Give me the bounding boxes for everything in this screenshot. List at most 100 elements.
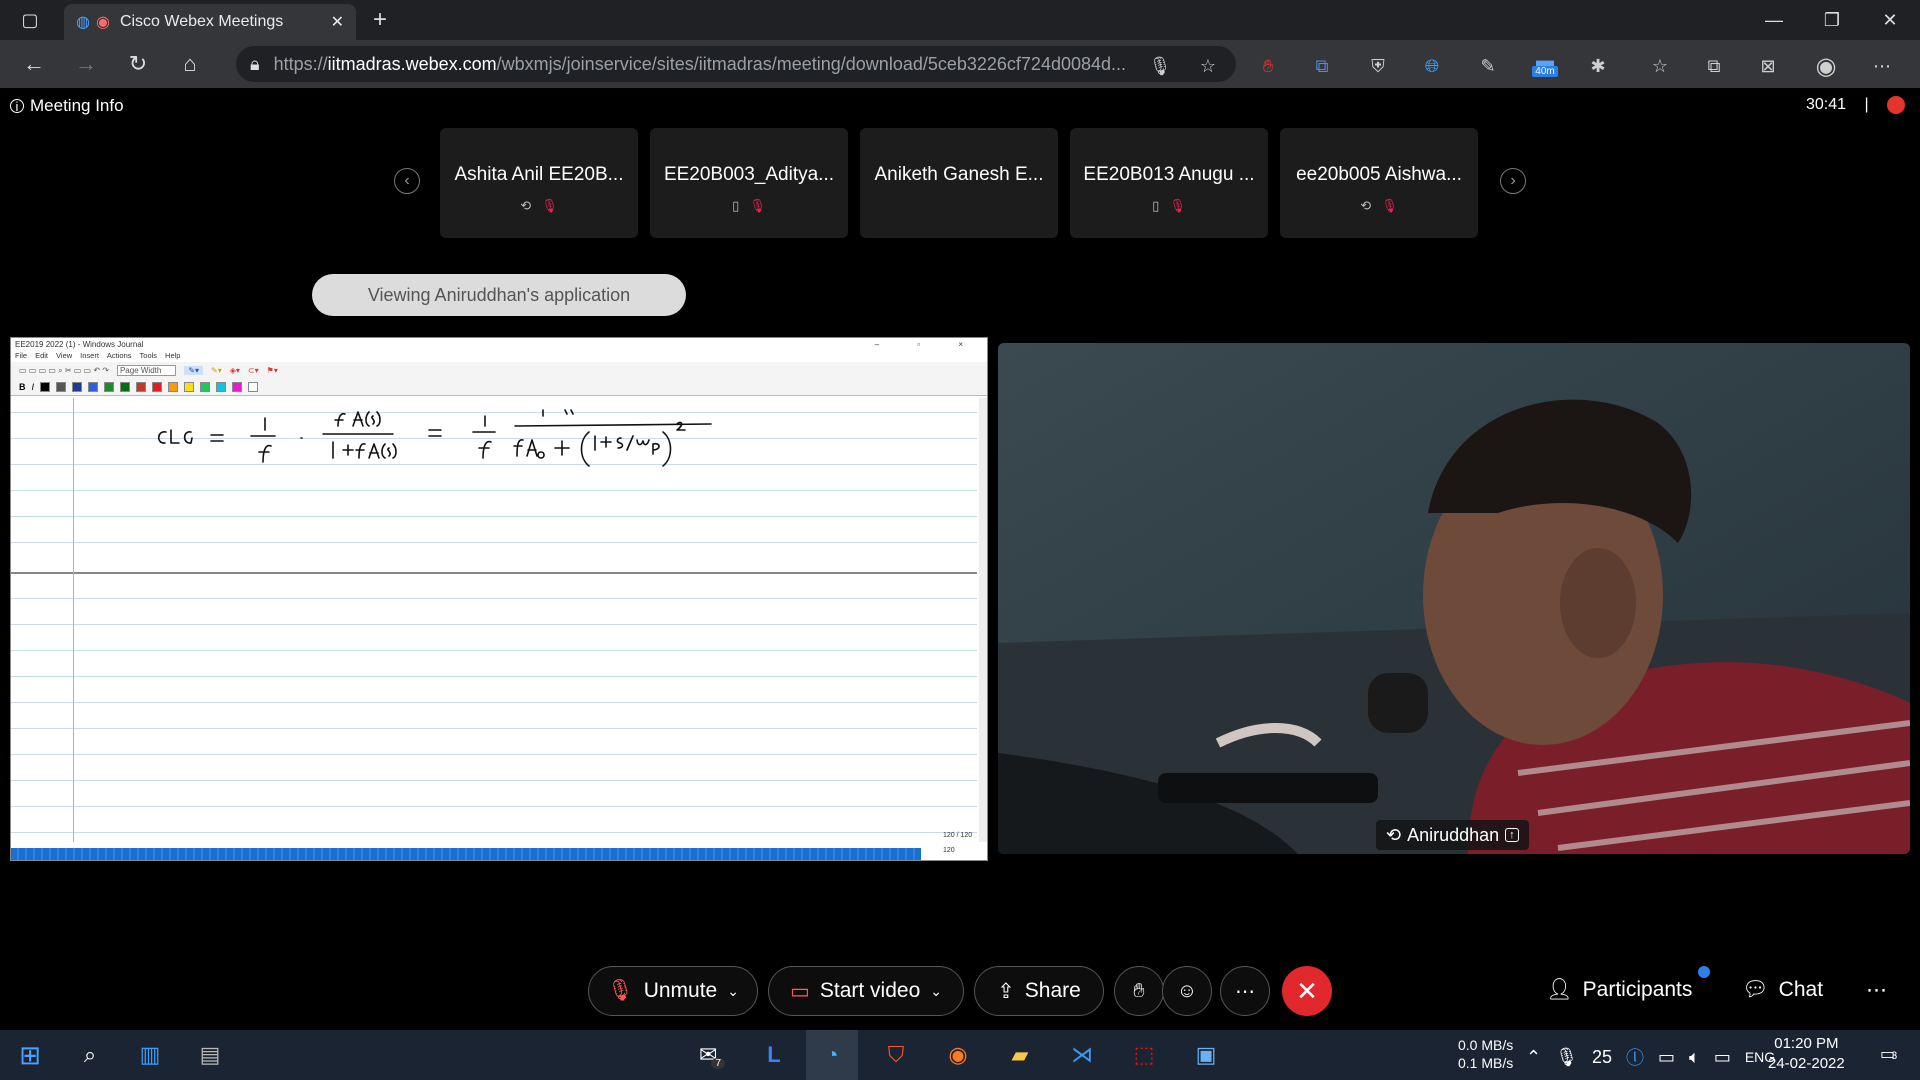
eraser-icon[interactable]: ◈▾	[230, 366, 240, 375]
microphone-icon[interactable]: 🎙︎	[1555, 1047, 1578, 1068]
chevron-up-icon[interactable]: ⌃	[1526, 1047, 1541, 1068]
participants-button[interactable]: 👤︎ Participants	[1546, 978, 1692, 1002]
participant-card[interactable]: Ashita Anil EE20B... ⟲ 🎙︎	[440, 128, 638, 238]
menu-item[interactable]: View	[56, 351, 72, 362]
vscode-icon[interactable]: ⋊	[1056, 1030, 1108, 1080]
status-icon[interactable]: ⓛ	[1626, 1044, 1644, 1070]
edge-icon[interactable]: ◔	[806, 1030, 858, 1080]
scroll-right-icon[interactable]: ›	[1500, 168, 1526, 194]
highlighter-icon[interactable]: ✎▾	[211, 366, 222, 375]
widgets-icon[interactable]: ▤	[184, 1030, 236, 1080]
participant-card[interactable]: ee20b005 Aishwa... ⟲ 🎙︎	[1280, 128, 1478, 238]
close-tab-icon[interactable]: ✕	[331, 12, 344, 32]
back-icon[interactable]: ←	[8, 40, 60, 88]
mail-icon[interactable]: ✉︎ 7	[686, 1030, 738, 1080]
file-explorer-icon[interactable]: ▰	[994, 1030, 1046, 1080]
color-swatch[interactable]	[40, 382, 51, 392]
italic-icon[interactable]: I	[32, 382, 35, 392]
pen-extension-icon[interactable]: ✎	[1470, 50, 1506, 82]
refresh-icon[interactable]: ↻	[112, 40, 164, 88]
color-swatch[interactable]	[152, 382, 163, 392]
menu-item[interactable]: Help	[165, 351, 180, 362]
more-options-button[interactable]: ⋯	[1220, 966, 1270, 1016]
scroll-left-icon[interactable]: ‹	[394, 168, 420, 194]
raise-hand-button[interactable]: ✋︎	[1114, 966, 1164, 1016]
network-icon[interactable]: ▭	[1714, 1047, 1731, 1068]
color-swatch[interactable]	[216, 382, 227, 392]
forward-icon[interactable]: →	[60, 40, 112, 88]
color-swatch[interactable]	[248, 382, 259, 392]
close-window-icon[interactable]: ✕	[1862, 0, 1918, 40]
restore-icon[interactable]: ❐	[1804, 0, 1860, 40]
journal-scrollbar[interactable]	[979, 398, 987, 842]
color-swatch[interactable]	[104, 382, 115, 392]
collections-icon[interactable]: ⧉	[1696, 50, 1732, 82]
unmute-button[interactable]: 🎙︎ Unmute ⌄	[588, 966, 758, 1016]
journal-page[interactable]	[11, 398, 979, 842]
more-menu-icon[interactable]: ⋯	[1864, 50, 1900, 82]
clock[interactable]: 01:20 PM 24-02-2022	[1768, 1034, 1845, 1074]
start-video-button[interactable]: ▭ Start video ⌄	[768, 966, 964, 1016]
toolbar-file-icons[interactable]: ▭ ▭ ▭ ▭ ⌕ ✂ ▭ ▭ ↶ ↷	[19, 366, 109, 376]
recording-icon[interactable]	[1887, 96, 1906, 114]
meeting-info[interactable]: i Meeting Info	[10, 96, 124, 116]
menu-item[interactable]: Insert	[80, 351, 99, 362]
address-bar[interactable]: 🔒︎ https://iitmadras.webex.com/wbxmjs/jo…	[236, 46, 1236, 82]
color-swatch[interactable]	[56, 382, 67, 392]
menu-item[interactable]: Tools	[140, 351, 158, 362]
chevron-down-icon[interactable]: ⌄	[930, 983, 942, 1000]
home-icon[interactable]: ⌂	[164, 40, 216, 88]
color-swatch[interactable]	[72, 382, 83, 392]
menu-item[interactable]: File	[15, 351, 27, 362]
menu-item[interactable]: Actions	[107, 351, 132, 362]
search-icon[interactable]: ⌕	[64, 1030, 116, 1080]
timer-extension[interactable]: ▬ 40m	[1524, 50, 1566, 82]
color-swatch[interactable]	[184, 382, 195, 392]
math-solver-icon[interactable]: ⊠	[1750, 50, 1786, 82]
photos-icon[interactable]: ▣	[1180, 1030, 1232, 1080]
profile-avatar-icon[interactable]: ◉	[1808, 50, 1844, 82]
notifications-icon[interactable]: ▭3	[1880, 1044, 1897, 1064]
tab-actions-icon[interactable]: ▢	[0, 0, 60, 40]
chevron-down-icon[interactable]: ⌄	[727, 983, 739, 1000]
battery-icon[interactable]: ▭	[1658, 1047, 1675, 1068]
leave-meeting-button[interactable]: ✕	[1282, 966, 1332, 1016]
favorite-add-icon[interactable]: ☆	[1190, 50, 1226, 82]
color-swatch[interactable]	[168, 382, 179, 392]
reactions-button[interactable]: ☺	[1162, 966, 1212, 1016]
bold-icon[interactable]: B	[19, 382, 26, 392]
hand-extension-icon[interactable]: ✋︎	[1250, 50, 1286, 82]
color-swatch[interactable]	[88, 382, 99, 392]
pen-tool-icon[interactable]: ✎▾	[184, 366, 204, 375]
favorites-icon[interactable]: ☆	[1642, 50, 1678, 82]
color-swatch[interactable]	[232, 382, 243, 392]
browser-tab[interactable]: ◍ ◉ Cisco Webex Meetings ✕	[64, 4, 356, 40]
microphone-icon[interactable]: 🎙︎	[1142, 50, 1178, 82]
acrobat-icon[interactable]: ⬚	[1118, 1030, 1170, 1080]
journal-window-controls[interactable]: – ▫ ×	[875, 340, 987, 349]
lasso-icon[interactable]: ⊂▾	[248, 366, 259, 375]
panel-more-button[interactable]: ⋯	[1866, 978, 1887, 1003]
flag-icon[interactable]: ⚑▾	[267, 366, 278, 375]
color-swatch[interactable]	[200, 382, 211, 392]
participant-card[interactable]: Aniketh Ganesh E...	[860, 128, 1058, 238]
color-swatch[interactable]	[120, 382, 131, 392]
participant-card[interactable]: EE20B013 Anugu ... ▯ 🎙︎	[1070, 128, 1268, 238]
zoom-select[interactable]: Page Width	[116, 365, 177, 376]
task-view-icon[interactable]: ▥	[124, 1030, 176, 1080]
viewing-application-banner[interactable]: Viewing Aniruddhan's application	[312, 274, 686, 316]
share-button[interactable]: ⇪ Share	[974, 966, 1104, 1016]
extensions-icon[interactable]: ✱	[1580, 50, 1616, 82]
crop-extension-icon[interactable]: ⧉	[1304, 50, 1340, 82]
volume-icon[interactable]: 🔈︎	[1689, 1047, 1700, 1068]
minimize-icon[interactable]: —	[1746, 0, 1802, 40]
shared-application[interactable]: EE2019 2022 (1) - Windows Journal – ▫ × …	[10, 337, 988, 861]
start-menu-icon[interactable]: ⊞	[4, 1030, 56, 1080]
color-swatch[interactable]	[136, 382, 147, 392]
presenter-video[interactable]	[998, 343, 1910, 854]
new-tab-icon[interactable]: +	[360, 0, 400, 40]
shield-extension-icon[interactable]: ⛨	[1360, 50, 1396, 82]
participant-card[interactable]: EE20B003_Aditya... ▯ 🎙︎	[650, 128, 848, 238]
menu-item[interactable]: Edit	[35, 351, 48, 362]
firefox-icon[interactable]: ◉	[932, 1030, 984, 1080]
